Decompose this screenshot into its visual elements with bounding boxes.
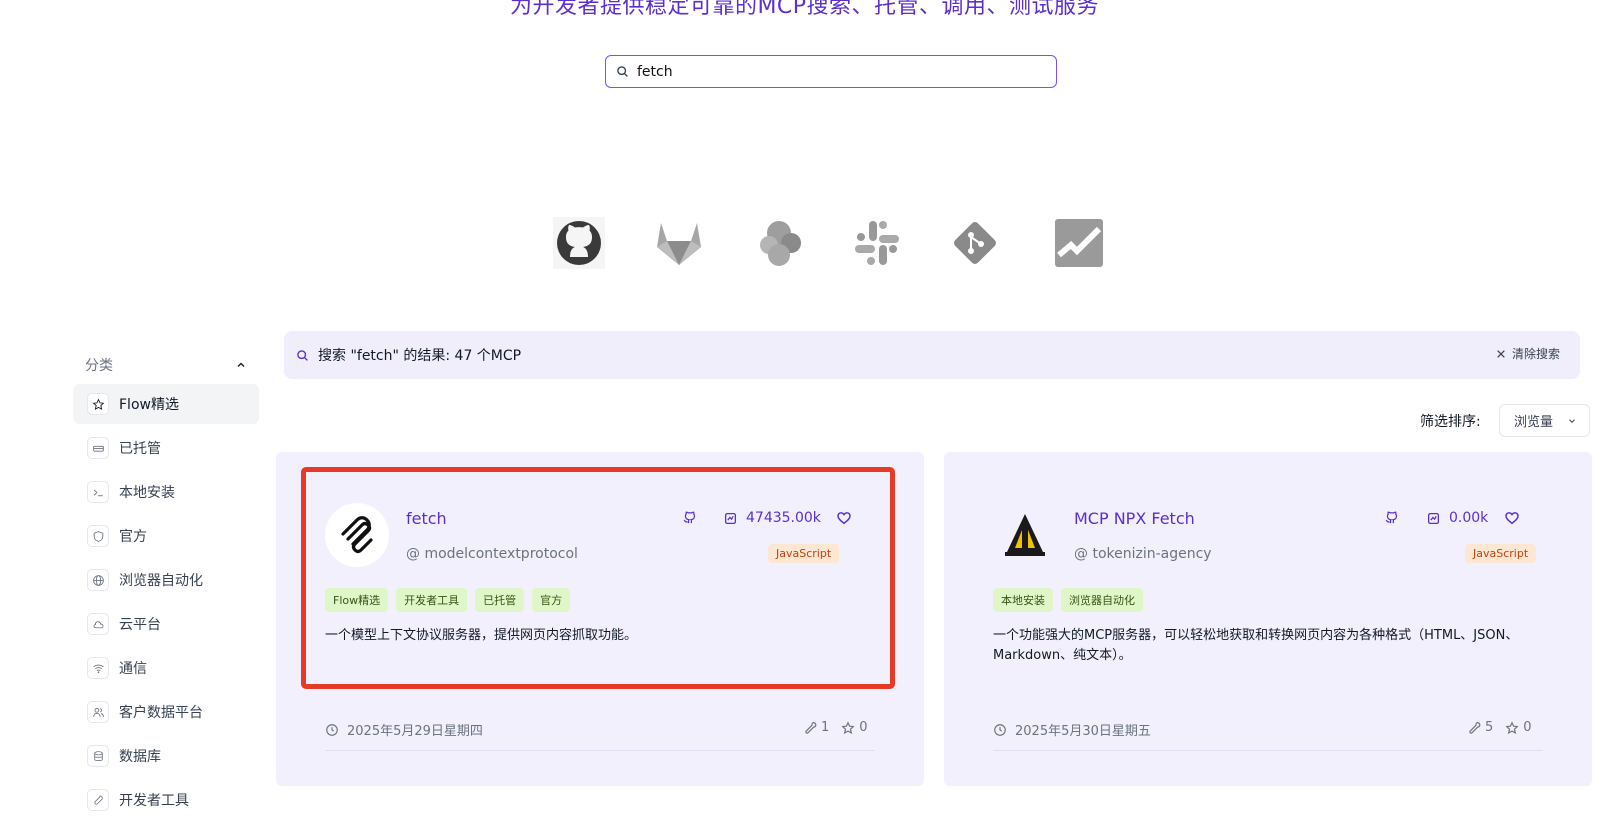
shield-icon bbox=[87, 525, 109, 547]
mcp-logo-icon bbox=[1005, 514, 1045, 556]
chart-icon bbox=[1427, 512, 1440, 524]
sort-selected-value: 浏览量 bbox=[1514, 415, 1554, 430]
sidebar-item-communication[interactable]: 通信 bbox=[73, 648, 259, 688]
tools-value: 5 bbox=[1485, 720, 1494, 735]
clock-icon bbox=[994, 723, 1006, 736]
wrench-icon bbox=[1469, 721, 1481, 734]
mcp-owner: @ tokenizin-agency bbox=[1074, 546, 1212, 562]
search-results-bar: 搜索 "fetch" 的结果: 47 个MCP 清除搜索 bbox=[284, 331, 1580, 379]
tools-value: 1 bbox=[821, 720, 830, 735]
hero-title: 为开发者提供稳定可靠的MCP搜索、托管、调用、测试服务 bbox=[509, 0, 1100, 19]
stars-value: 0 bbox=[1523, 720, 1532, 735]
sidebar-item-label: 数据库 bbox=[119, 749, 161, 765]
search-icon bbox=[297, 349, 308, 361]
card-divider bbox=[325, 750, 875, 751]
git-logo[interactable] bbox=[949, 217, 1001, 269]
heart-icon bbox=[1505, 512, 1519, 525]
integration-logos bbox=[553, 217, 1106, 269]
mcp-date-text: 2025年5月29日星期四 bbox=[347, 724, 483, 739]
category-header-label: 分类 bbox=[85, 358, 113, 374]
category-header[interactable]: 分类 bbox=[73, 350, 259, 380]
mcp-counts: 5 0 bbox=[1468, 720, 1532, 735]
mcp-counts: 1 0 bbox=[804, 720, 868, 735]
wrench-icon bbox=[805, 721, 817, 734]
slack-logo[interactable] bbox=[851, 217, 903, 269]
sidebar-item-cloud-platform[interactable]: 云平台 bbox=[73, 604, 259, 644]
views-count: 0.00k bbox=[1427, 510, 1488, 526]
language-badge: JavaScript bbox=[1465, 544, 1537, 563]
tool-icon bbox=[87, 789, 109, 811]
sort-label: 筛选排序: bbox=[1420, 414, 1481, 430]
sidebar-item-label: 客户数据平台 bbox=[119, 705, 203, 721]
stars-count: 0 bbox=[1505, 720, 1532, 735]
mcp-card[interactable]: MCP NPX Fetch @ tokenizin-agency 0.00k J… bbox=[944, 452, 1592, 786]
globe-icon bbox=[87, 569, 109, 591]
sidebar-item-label: 开发者工具 bbox=[119, 793, 189, 809]
wifi-icon bbox=[87, 657, 109, 679]
sidebar-item-browser-automation[interactable]: 浏览器自动化 bbox=[73, 560, 259, 600]
sentry-logo[interactable] bbox=[1053, 217, 1105, 269]
sidebar-item-label: 官方 bbox=[119, 529, 147, 545]
stars-value: 0 bbox=[859, 720, 868, 735]
github-logo[interactable] bbox=[553, 217, 605, 269]
search-icon bbox=[617, 66, 628, 77]
sidebar-item-customer-data-platform[interactable]: 客户数据平台 bbox=[73, 692, 259, 732]
search-input[interactable] bbox=[637, 63, 1037, 80]
sidebar-item-official[interactable]: 官方 bbox=[73, 516, 259, 556]
clear-search-button[interactable]: 清除搜索 bbox=[1496, 345, 1560, 362]
views-value: 0.00k bbox=[1449, 510, 1489, 526]
stars-count: 0 bbox=[841, 720, 868, 735]
favorite-button[interactable] bbox=[1504, 510, 1520, 526]
sidebar-item-local-install[interactable]: 本地安装 bbox=[73, 472, 259, 512]
database-icon bbox=[87, 745, 109, 767]
sort-select[interactable]: 浏览量 bbox=[1499, 404, 1590, 437]
star-icon bbox=[87, 393, 109, 415]
clock-icon bbox=[326, 723, 338, 736]
users-icon bbox=[87, 701, 109, 723]
tag[interactable]: 浏览器自动化 bbox=[1061, 588, 1143, 612]
sidebar-item-label: Flow精选 bbox=[119, 397, 179, 413]
sidebar-item-database[interactable]: 数据库 bbox=[73, 736, 259, 776]
chevron-down-icon bbox=[1569, 418, 1575, 423]
terminal-icon bbox=[87, 481, 109, 503]
gitlab-logo[interactable] bbox=[653, 217, 705, 269]
cloud-icon bbox=[87, 613, 109, 635]
chevron-up-icon[interactable] bbox=[235, 359, 247, 371]
elastic-logo[interactable] bbox=[755, 217, 807, 269]
sidebar-item-label: 通信 bbox=[119, 661, 147, 677]
server-icon bbox=[87, 437, 109, 459]
card-divider bbox=[993, 750, 1543, 751]
highlight-box bbox=[301, 467, 895, 689]
search-box[interactable] bbox=[605, 55, 1057, 88]
tag-list: 本地安装 浏览器自动化 bbox=[993, 588, 1143, 612]
github-icon bbox=[1385, 511, 1398, 524]
star-icon bbox=[841, 720, 855, 734]
search-results-text: 搜索 "fetch" 的结果: 47 个MCP bbox=[318, 348, 522, 364]
sidebar-item-label: 云平台 bbox=[119, 617, 161, 633]
sidebar-item-label: 浏览器自动化 bbox=[119, 573, 203, 589]
close-icon bbox=[1497, 349, 1505, 358]
mcp-description: 一个功能强大的MCP服务器，可以轻松地获取和转换网页内容为各种格式（HTML、J… bbox=[993, 628, 1519, 663]
github-link[interactable] bbox=[1384, 510, 1399, 525]
tools-count: 5 bbox=[1468, 720, 1493, 735]
sidebar-item-hosted[interactable]: 已托管 bbox=[73, 428, 259, 468]
mcp-title[interactable]: MCP NPX Fetch bbox=[1074, 509, 1195, 528]
sidebar-item-developer-tools[interactable]: 开发者工具 bbox=[73, 780, 259, 820]
sidebar-item-label: 本地安装 bbox=[119, 485, 175, 501]
mcp-date-text: 2025年5月30日星期五 bbox=[1015, 724, 1151, 739]
category-sidebar: 分类 Flow精选 已托管 本地安装 官方 浏览器自动化 云平台 通信 客户数据… bbox=[73, 350, 259, 820]
mcp-date: 2025年5月30日星期五 bbox=[993, 720, 1151, 739]
sidebar-item-flow-featured[interactable]: Flow精选 bbox=[73, 384, 259, 424]
star-icon bbox=[1505, 720, 1519, 734]
mcp-date: 2025年5月29日星期四 bbox=[325, 720, 483, 739]
mcp-avatar bbox=[993, 503, 1057, 567]
sidebar-item-label: 已托管 bbox=[119, 441, 161, 457]
tag[interactable]: 本地安装 bbox=[993, 588, 1053, 612]
tools-count: 1 bbox=[804, 720, 829, 735]
clear-search-label: 清除搜索 bbox=[1511, 347, 1560, 361]
